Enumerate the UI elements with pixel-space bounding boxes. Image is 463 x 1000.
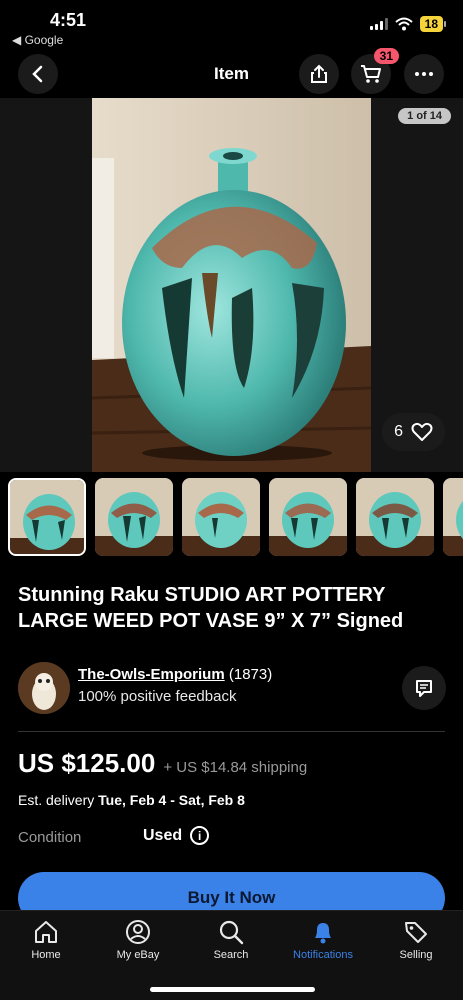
info-icon[interactable]: i — [190, 826, 210, 845]
battery-indicator: 18 — [419, 16, 447, 32]
chat-icon — [416, 680, 432, 697]
thumbnail-1[interactable] — [8, 478, 86, 556]
delivery-label: Est. delivery — [18, 792, 95, 808]
tag-icon — [405, 922, 427, 943]
listing-title: Stunning Raku STUDIO ART POTTERY LARGE W… — [18, 584, 404, 632]
watch-button[interactable]: 6 — [382, 413, 445, 451]
bell-icon — [315, 923, 331, 944]
wifi-icon — [394, 17, 413, 31]
tab-label: Notifications — [293, 949, 353, 961]
tab-my-ebay[interactable]: My eBay — [92, 919, 184, 961]
clock: 4:51 — [50, 10, 87, 30]
thumbnail-strip[interactable] — [8, 478, 463, 558]
status-bar: 4:51 ◀ Google 18 — [0, 0, 463, 52]
tab-selling[interactable]: Selling — [370, 919, 462, 961]
condition-label: Condition — [18, 829, 82, 846]
message-seller-button[interactable] — [402, 666, 446, 710]
heart-icon — [411, 422, 433, 441]
home-icon — [35, 921, 57, 943]
seller-name[interactable]: The-Owls-Emporium — [78, 666, 225, 683]
seller-avatar[interactable] — [18, 662, 70, 714]
cart-button[interactable]: 31 — [351, 48, 399, 94]
tab-notifications[interactable]: Notifications — [277, 919, 369, 961]
system-icons: 18 — [369, 16, 447, 32]
more-options-button[interactable] — [404, 54, 444, 94]
cart-icon — [361, 65, 381, 83]
delivery-dates: Tue, Feb 4 - Sat, Feb 8 — [98, 792, 245, 808]
search-icon — [219, 920, 244, 945]
shipping-cost: + US $14.84 shipping — [163, 759, 308, 776]
seller-info[interactable]: The-Owls-Emporium (1873) 100% positive f… — [18, 660, 448, 716]
condition-value: Used — [143, 826, 183, 844]
top-navigation: Item 31 — [0, 48, 463, 98]
share-icon — [311, 64, 327, 83]
tab-label: My eBay — [116, 949, 160, 961]
tab-home[interactable]: Home — [0, 919, 92, 961]
cart-count-badge: 31 — [373, 48, 399, 64]
share-button[interactable] — [299, 54, 339, 94]
thumbnail-6[interactable] — [443, 478, 463, 556]
page-title: Item — [214, 64, 249, 83]
signal-icon — [369, 18, 388, 30]
home-indicator[interactable] — [150, 987, 315, 992]
seller-name-line[interactable]: The-Owls-Emporium (1873) — [78, 666, 272, 683]
bottom-tab-bar: Home My eBay Search Notifications Sellin… — [0, 910, 463, 1000]
thumbnail-3[interactable] — [182, 478, 260, 556]
image-gallery[interactable]: 1 of 14 6 — [0, 98, 463, 472]
tab-label: Search — [213, 949, 249, 961]
thumbnail-4[interactable] — [269, 478, 347, 556]
more-icon — [415, 72, 433, 76]
tab-label: Home — [31, 949, 61, 961]
tab-search[interactable]: Search — [185, 919, 277, 961]
divider — [18, 731, 445, 732]
seller-rating-count: (1873) — [228, 666, 273, 683]
image-counter: 1 of 14 — [398, 108, 451, 124]
thumbnail-5[interactable] — [356, 478, 434, 556]
user-icon — [126, 920, 150, 944]
thumbnail-2[interactable] — [95, 478, 173, 556]
like-count: 6 — [394, 423, 403, 440]
estimated-delivery: Est. delivery Tue, Feb 4 - Sat, Feb 8 — [18, 792, 245, 808]
product-photo[interactable] — [92, 98, 371, 472]
seller-feedback: 100% positive feedback — [78, 688, 237, 705]
price: US $125.00 — [18, 748, 156, 778]
tab-label: Selling — [399, 949, 433, 961]
back-to-app-link[interactable]: ◀ Google — [12, 33, 63, 47]
price-row: US $125.00 + US $14.84 shipping — [18, 748, 448, 779]
condition-value-group[interactable]: Used i — [143, 826, 210, 845]
